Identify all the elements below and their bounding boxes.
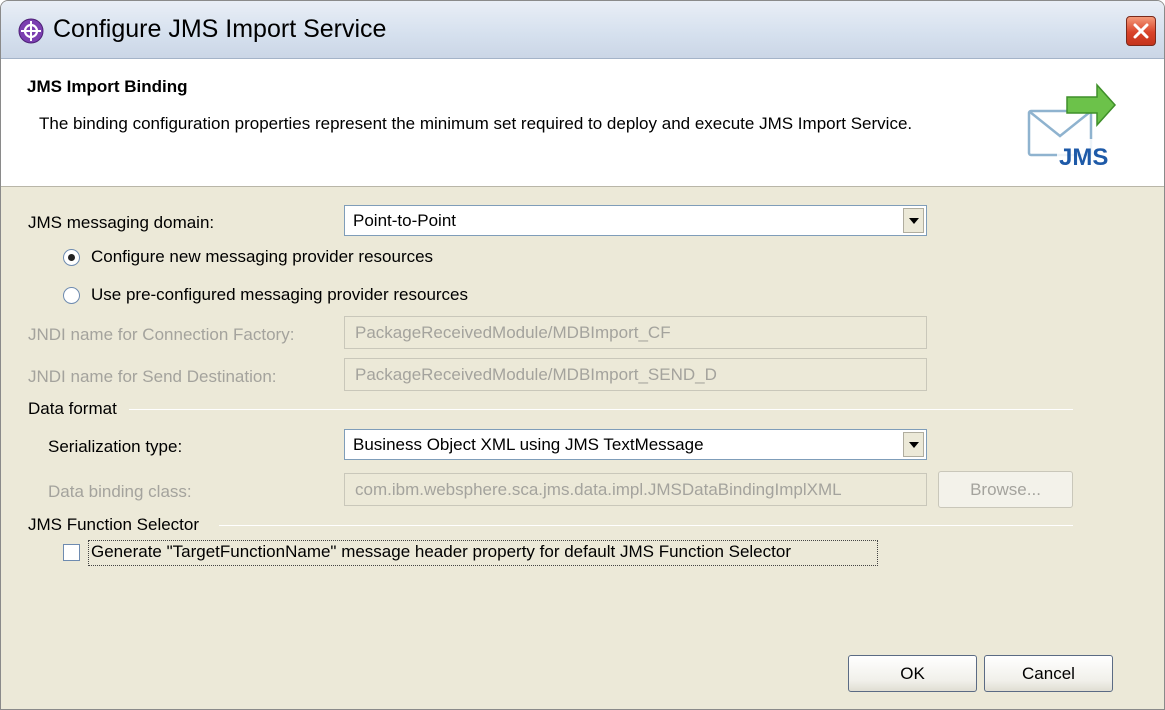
window-title: Configure JMS Import Service — [53, 15, 387, 43]
data-format-group-label: Data format — [28, 399, 117, 418]
eclipse-plugin-icon — [18, 18, 44, 44]
header-banner: JMS Import Binding The binding configura… — [1, 59, 1164, 187]
data-binding-class-value: com.ibm.websphere.sca.jms.data.impl.JMSD… — [355, 480, 842, 499]
close-icon — [1133, 23, 1149, 39]
radio-configure-new-label[interactable]: Configure new messaging provider resourc… — [91, 247, 433, 267]
chevron-down-icon — [908, 441, 919, 448]
serialization-type-value: Business Object XML using JMS TextMessag… — [353, 435, 704, 454]
messaging-domain-value: Point-to-Point — [353, 211, 456, 230]
data-format-separator — [129, 409, 1073, 410]
serialization-type-label: Serialization type: — [48, 437, 183, 456]
jndi-cf-field: PackageReceivedModule/MDBImport_CF — [344, 316, 927, 349]
function-selector-separator — [219, 525, 1073, 526]
ok-button[interactable]: OK — [848, 655, 977, 692]
serialization-type-select[interactable]: Business Object XML using JMS TextMessag… — [344, 429, 927, 460]
jndi-cf-value: PackageReceivedModule/MDBImport_CF — [355, 323, 671, 342]
browse-button[interactable]: Browse... — [938, 471, 1073, 508]
cancel-button[interactable]: Cancel — [984, 655, 1113, 692]
title-bar: Configure JMS Import Service — [1, 1, 1164, 59]
jms-logo-text: JMS — [1059, 144, 1108, 171]
chevron-down-icon — [908, 217, 919, 224]
function-name-checkbox[interactable] — [63, 544, 80, 561]
messaging-domain-dropdown-button[interactable] — [903, 208, 924, 233]
radio-use-preconfigured[interactable] — [63, 287, 80, 304]
jndi-send-value: PackageReceivedModule/MDBImport_SEND_D — [355, 365, 717, 384]
radio-use-preconfigured-label[interactable]: Use pre-configured messaging provider re… — [91, 285, 468, 305]
jms-envelope-icon: JMS — [1027, 83, 1117, 171]
messaging-domain-select[interactable]: Point-to-Point — [344, 205, 927, 236]
jndi-send-label: JNDI name for Send Destination: — [28, 367, 277, 386]
radio-configure-new[interactable] — [63, 249, 80, 266]
function-selector-group-label: JMS Function Selector — [28, 515, 200, 534]
messaging-domain-label: JMS messaging domain: — [28, 213, 215, 232]
close-button[interactable] — [1126, 16, 1156, 46]
jndi-send-field: PackageReceivedModule/MDBImport_SEND_D — [344, 358, 927, 391]
serialization-type-dropdown-button[interactable] — [903, 432, 924, 457]
function-name-checkbox-label[interactable]: Generate "TargetFunctionName" message he… — [91, 542, 791, 562]
header-title: JMS Import Binding — [27, 77, 188, 96]
header-description: The binding configuration properties rep… — [39, 114, 913, 133]
dialog-window: Configure JMS Import Service JMS Import … — [0, 0, 1165, 710]
data-binding-class-label: Data binding class: — [48, 482, 192, 501]
jndi-cf-label: JNDI name for Connection Factory: — [28, 325, 295, 344]
data-binding-class-field: com.ibm.websphere.sca.jms.data.impl.JMSD… — [344, 473, 927, 506]
